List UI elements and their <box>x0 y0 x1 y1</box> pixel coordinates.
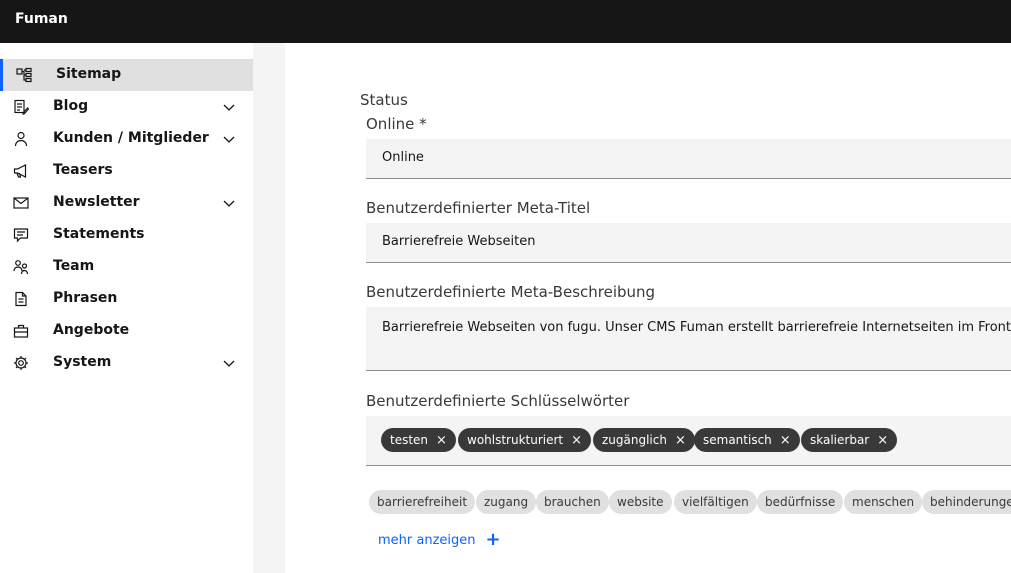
online-value: Online <box>382 150 424 165</box>
content-gutter <box>253 43 285 573</box>
keyword-tag: skalierbar × <box>801 428 898 452</box>
sidebar-item-angebote[interactable]: Angebote <box>0 315 253 347</box>
app-title[interactable]: Fuman <box>15 11 68 27</box>
mail-icon <box>13 195 29 211</box>
suggestion-tag[interactable]: brauchen <box>536 490 609 514</box>
briefcase-icon <box>13 323 29 339</box>
sidebar-item-label: Statements <box>53 226 145 242</box>
sidebar-item-label: Teasers <box>53 162 113 178</box>
chevron-down-icon[interactable] <box>221 99 237 115</box>
meta-description-textarea[interactable]: Barrierefreie Webseiten von fugu. Unser … <box>366 307 1011 371</box>
suggestion-tag[interactable]: vielfältigen <box>674 490 757 514</box>
sitemap-icon <box>16 67 32 83</box>
meta-title-label: Benutzerdefinierter Meta-Titel <box>366 199 591 217</box>
keyword-tag: testen × <box>381 428 456 452</box>
online-label: Online * <box>366 115 427 133</box>
suggestion-tag[interactable]: zugang <box>476 490 537 514</box>
plus-icon: + <box>485 529 501 550</box>
show-more-button[interactable]: mehr anzeigen + <box>378 531 501 549</box>
main-content: Status Online * Online Benutzerdefiniert… <box>285 43 1011 573</box>
sidebar-item-label: Sitemap <box>56 66 122 82</box>
sidebar-item-label: Angebote <box>53 322 130 338</box>
remove-tag-icon[interactable]: × <box>780 434 791 447</box>
sidebar-item-label: Phrasen <box>53 290 118 306</box>
remove-tag-icon[interactable]: × <box>436 434 447 447</box>
meta-description-label: Benutzerdefinierte Meta-Beschreibung <box>366 283 656 301</box>
chevron-down-icon[interactable] <box>221 131 237 147</box>
blog-icon <box>13 99 29 115</box>
show-more-label: mehr anzeigen <box>378 532 476 548</box>
sidebar-item-label: Team <box>53 258 95 274</box>
remove-tag-icon[interactable]: × <box>877 434 888 447</box>
keyword-tag: zugänglich × <box>593 428 695 452</box>
sidebar-item-teasers[interactable]: Teasers <box>0 155 253 187</box>
sidebar-item-kunden-mitglieder[interactable]: Kunden / Mitglieder <box>0 123 253 155</box>
meta-title-input[interactable]: Barrierefreie Webseiten <box>366 223 1011 263</box>
chevron-down-icon[interactable] <box>221 195 237 211</box>
sidebar-item-team[interactable]: Team <box>0 251 253 283</box>
sidebar-item-sitemap[interactable]: Sitemap <box>0 59 253 91</box>
suggestion-tag[interactable]: bedürfnisse <box>757 490 844 514</box>
sidebar-item-statements[interactable]: Statements <box>0 219 253 251</box>
top-bar: Fuman <box>0 0 1011 43</box>
suggestion-tag[interactable]: barrierefreiheit <box>369 490 476 514</box>
suggestion-tag[interactable]: behinderungen <box>922 490 1011 514</box>
remove-tag-icon[interactable]: × <box>571 434 582 447</box>
document-icon <box>13 291 29 307</box>
suggestion-tag[interactable]: menschen <box>844 490 923 514</box>
keywords-label: Benutzerdefinierte Schlüsselwörter <box>366 392 630 410</box>
keyword-tag-label: skalierbar <box>810 433 870 447</box>
meta-description-value: Barrierefreie Webseiten von fugu. Unser … <box>382 320 1011 335</box>
sidebar-item-phrasen[interactable]: Phrasen <box>0 283 253 315</box>
suggestion-tag[interactable]: website <box>609 490 672 514</box>
meta-title-value: Barrierefreie Webseiten <box>382 234 536 249</box>
sidebar-item-label: System <box>53 354 112 370</box>
keyword-tag: wohlstrukturiert × <box>458 428 592 452</box>
sidebar-item-newsletter[interactable]: Newsletter <box>0 187 253 219</box>
keyword-tag-label: semantisch <box>703 433 772 447</box>
team-icon <box>13 259 29 275</box>
sidebar-item-system[interactable]: System <box>0 347 253 379</box>
user-icon <box>13 131 29 147</box>
gear-icon <box>13 355 29 371</box>
megaphone-icon <box>13 163 29 179</box>
sidebar-item-blog[interactable]: Blog <box>0 91 253 123</box>
remove-tag-icon[interactable]: × <box>675 434 686 447</box>
keyword-tag: semantisch × <box>694 428 800 452</box>
status-heading: Status <box>360 91 408 109</box>
sidebar-item-label: Blog <box>53 98 89 114</box>
chat-icon <box>13 227 29 243</box>
sidebar-item-label: Kunden / Mitglieder <box>53 130 209 146</box>
online-select[interactable]: Online <box>366 139 1011 179</box>
keyword-tag-label: zugänglich <box>602 433 667 447</box>
sidebar-item-label: Newsletter <box>53 194 140 210</box>
sidebar: Sitemap Blog Kunden / Mitglieder Teasers… <box>0 43 253 573</box>
keyword-tag-label: wohlstrukturiert <box>467 433 564 447</box>
keyword-tag-label: testen <box>390 433 429 447</box>
chevron-down-icon[interactable] <box>221 355 237 371</box>
